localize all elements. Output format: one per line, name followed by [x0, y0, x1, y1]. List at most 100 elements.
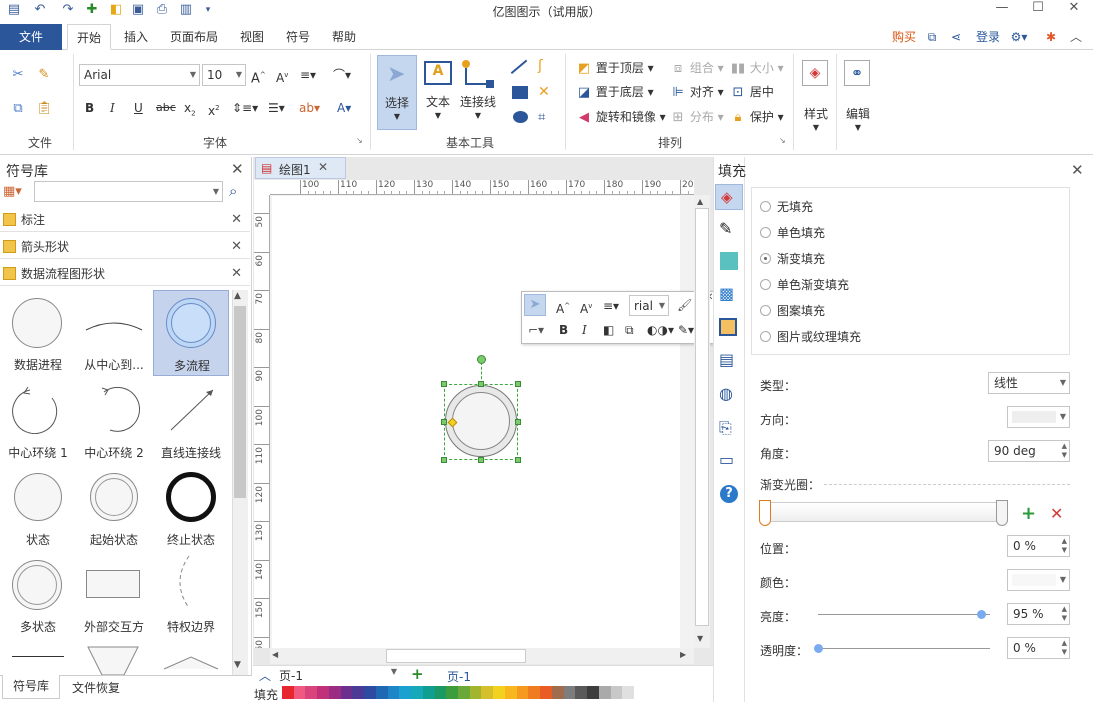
- add-page-icon[interactable]: +: [411, 665, 424, 683]
- shape-external-interactor[interactable]: 外部交互方: [76, 552, 152, 638]
- palette-swatch[interactable]: [516, 686, 529, 699]
- underline-icon[interactable]: U: [134, 100, 143, 116]
- palette-swatch[interactable]: [293, 686, 306, 699]
- palette-swatch[interactable]: [540, 686, 552, 699]
- palette-swatch[interactable]: [282, 686, 294, 699]
- format-painter-scissors-icon[interactable]: ✂: [10, 66, 26, 83]
- palette-swatch[interactable]: [622, 686, 635, 699]
- italic-icon[interactable]: I: [110, 100, 115, 116]
- angle-spinner[interactable]: 90 deg ▲ ▼: [988, 440, 1070, 462]
- group-button[interactable]: ⧈ 组合 ▾: [670, 60, 724, 77]
- tab-file-recovery[interactable]: 文件恢复: [64, 679, 128, 696]
- shadow-icon[interactable]: [720, 252, 738, 270]
- tab-view[interactable]: 视图: [232, 24, 272, 50]
- palette-swatch[interactable]: [434, 686, 447, 699]
- transparency-spinner[interactable]: 0 % ▲ ▼: [1007, 637, 1070, 659]
- type-combo[interactable]: 线性 ▼: [988, 372, 1070, 394]
- rectangle-tool-icon[interactable]: [512, 86, 528, 99]
- arrange-dialog-launcher-icon[interactable]: ↘: [779, 136, 786, 145]
- shape-end-state[interactable]: 终止状态: [153, 465, 229, 551]
- tab-help[interactable]: 帮助: [324, 24, 364, 50]
- tab-insert[interactable]: 插入: [116, 24, 156, 50]
- resize-handle[interactable]: [441, 381, 447, 387]
- document-tab[interactable]: ▤ 绘图1 ✕: [255, 157, 346, 179]
- shape-center-loop-2[interactable]: 中心环绕 2: [76, 378, 152, 464]
- grow-font-icon[interactable]: A^: [251, 67, 266, 87]
- float-select-icon[interactable]: ➤: [524, 294, 546, 316]
- protect-button[interactable]: 🔒︎ 保护 ▾: [730, 109, 784, 126]
- send-to-back-button[interactable]: ◪ 置于底层 ▾: [576, 84, 654, 101]
- collapse-ribbon-icon[interactable]: ︿: [1066, 24, 1086, 50]
- shape-start-state[interactable]: 起始状态: [76, 465, 152, 551]
- shape-straight-connector[interactable]: 直线连接线: [153, 378, 229, 464]
- cross-tool-icon[interactable]: ✕: [538, 84, 550, 100]
- shape-data-process[interactable]: 数据进程: [0, 290, 76, 376]
- canvas-vscroll-thumb[interactable]: [695, 208, 709, 626]
- fill-panel-button[interactable]: ◈: [715, 184, 743, 210]
- copy-icon[interactable]: ⧉: [10, 100, 26, 117]
- palette-swatch[interactable]: [411, 686, 423, 699]
- float-bold-icon[interactable]: B: [559, 322, 568, 338]
- scroll-down-icon[interactable]: ▼: [697, 634, 703, 643]
- scroll-up-icon[interactable]: ▲: [234, 291, 241, 301]
- plugins-icon[interactable]: ✱: [1040, 24, 1062, 50]
- transparency-slider-handle[interactable]: [814, 644, 823, 653]
- share-window-icon[interactable]: ⧉: [922, 24, 942, 50]
- resize-handle[interactable]: [441, 457, 447, 463]
- tab-symbol[interactable]: 符号: [278, 24, 318, 50]
- maximize-button[interactable]: ☐: [1020, 0, 1056, 18]
- superscript-icon[interactable]: x2: [208, 100, 220, 119]
- paragraph-align-icon[interactable]: ≡▾: [300, 67, 316, 83]
- palette-swatch[interactable]: [446, 686, 459, 699]
- close-button[interactable]: ✕: [1056, 0, 1092, 18]
- add-stop-icon[interactable]: +: [1021, 503, 1036, 524]
- text-effect-icon[interactable]: ⌒▾: [333, 67, 351, 83]
- shape-partial-trapezoid[interactable]: [86, 645, 140, 675]
- float-edit-icon[interactable]: ✎▾: [678, 322, 694, 338]
- select-tool-button[interactable]: ➤ 选择 ▼: [377, 55, 417, 130]
- palette-swatch[interactable]: [364, 686, 376, 699]
- align-button[interactable]: ⊫ 对齐 ▾: [670, 84, 723, 101]
- palette-swatch[interactable]: [352, 686, 365, 699]
- float-connector-icon[interactable]: ⌐▾: [528, 322, 544, 338]
- shape-privilege-boundary[interactable]: 特权边界: [153, 552, 229, 638]
- tab-home[interactable]: 开始: [67, 24, 111, 50]
- tab-page-layout[interactable]: 页面布局: [164, 24, 224, 50]
- library-scroll-thumb[interactable]: [234, 306, 246, 498]
- layer-icon[interactable]: [719, 318, 737, 336]
- palette-swatch[interactable]: [493, 686, 505, 699]
- hyperlink-globe-icon[interactable]: ◍: [719, 384, 733, 403]
- gradient-bar[interactable]: [764, 502, 1008, 522]
- page-properties-icon[interactable]: ▤: [719, 350, 734, 369]
- palette-swatch[interactable]: [528, 686, 541, 699]
- line-style-icon[interactable]: ✎: [719, 219, 732, 238]
- resize-handle[interactable]: [515, 381, 521, 387]
- position-spinner[interactable]: 0 % ▲ ▼: [1007, 535, 1070, 557]
- login-link[interactable]: 登录: [972, 24, 1004, 50]
- canvas-hscroll-thumb[interactable]: [386, 649, 526, 663]
- color-palette[interactable]: [282, 686, 635, 699]
- palette-swatch[interactable]: [610, 686, 623, 699]
- palette-swatch[interactable]: [305, 686, 318, 699]
- font-dialog-launcher-icon[interactable]: ↘: [356, 136, 363, 145]
- curve-tool-icon[interactable]: ʃ: [538, 58, 543, 74]
- float-align-icon[interactable]: ≡▾: [603, 298, 619, 314]
- style-button[interactable]: ◈ 样式 ▼: [798, 55, 834, 135]
- scroll-left-icon[interactable]: ◀: [272, 650, 278, 659]
- resize-handle[interactable]: [515, 457, 521, 463]
- palette-swatch[interactable]: [598, 686, 611, 699]
- gradient-stop-start[interactable]: [759, 500, 771, 526]
- search-icon[interactable]: ⌕: [229, 182, 237, 200]
- buy-link[interactable]: 购买: [886, 24, 922, 50]
- page-tab[interactable]: 页-1: [447, 668, 471, 685]
- library-search-input[interactable]: ▼: [34, 181, 223, 202]
- palette-swatch[interactable]: [317, 686, 329, 699]
- page-select-combo[interactable]: 页-1 ▼: [279, 667, 399, 684]
- rotate-mirror-button[interactable]: ◀ 旋转和镜像 ▾: [576, 109, 666, 126]
- bring-to-front-button[interactable]: ◩ 置于顶层 ▾: [576, 60, 654, 77]
- color-combo[interactable]: ▼: [1007, 569, 1070, 591]
- minimize-button[interactable]: —: [984, 0, 1020, 18]
- crop-tool-icon[interactable]: ⌗: [538, 110, 545, 126]
- transparency-slider[interactable]: [818, 648, 990, 649]
- float-italic-icon[interactable]: I: [582, 322, 587, 338]
